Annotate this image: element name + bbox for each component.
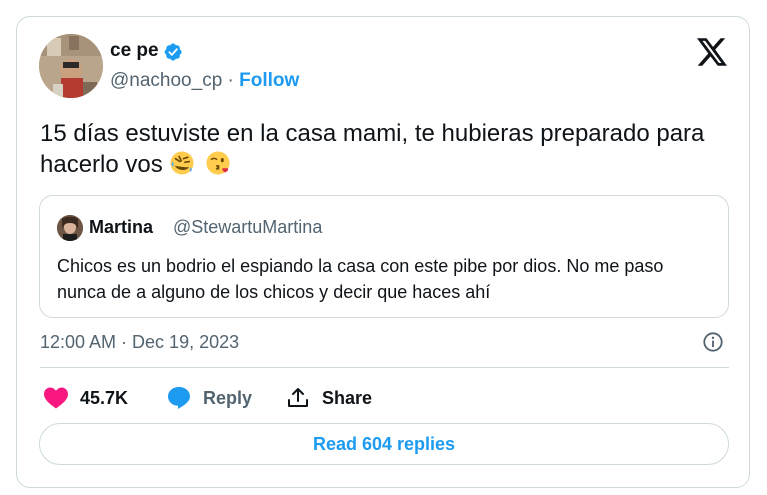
share-upload-icon	[288, 388, 308, 407]
reply-button[interactable]: Reply	[167, 386, 252, 410]
quoted-tweet-text: Chicos es un bodrio el espiando la casa …	[57, 256, 664, 302]
read-replies-button[interactable]: Read 604 replies	[39, 423, 729, 465]
author-name[interactable]: ce pe	[110, 40, 159, 62]
author-handle-row: @nachoo_cp · Follow	[110, 70, 299, 92]
face-blowing-kiss-emoji-icon	[206, 151, 230, 175]
verified-badge-icon	[164, 43, 182, 61]
info-icon[interactable]	[702, 331, 724, 353]
rolling-on-floor-laughing-emoji-icon	[170, 151, 194, 175]
quoted-author-avatar	[57, 215, 83, 241]
author-handle[interactable]: @nachoo_cp	[110, 70, 222, 91]
share-button[interactable]: Share	[286, 386, 372, 410]
reply-bubble-icon	[168, 387, 190, 409]
share-label: Share	[322, 387, 373, 408]
like-button[interactable]: 45.7K	[44, 386, 128, 410]
divider	[40, 367, 729, 368]
heart-icon	[44, 387, 68, 409]
quoted-author-handle: @StewartuMartina	[173, 217, 323, 237]
tweet-text: 15 días estuviste en la casa mami, te hu…	[40, 118, 730, 180]
quoted-author-name: Martina	[89, 217, 154, 237]
reply-label: Reply	[203, 387, 253, 408]
separator: ·	[227, 70, 234, 91]
like-count: 45.7K	[80, 387, 129, 408]
follow-button[interactable]: Follow	[239, 70, 299, 91]
author-avatar[interactable]	[39, 34, 103, 98]
x-logo-icon[interactable]	[697, 38, 727, 66]
quoted-tweet[interactable]: Martina @StewartuMartina Chicos es un bo…	[39, 195, 729, 318]
tweet-timestamp[interactable]: 12:00 AM · Dec 19, 2023	[40, 332, 239, 353]
tweet-body: 15 días estuviste en la casa mami, te hu…	[40, 120, 705, 178]
